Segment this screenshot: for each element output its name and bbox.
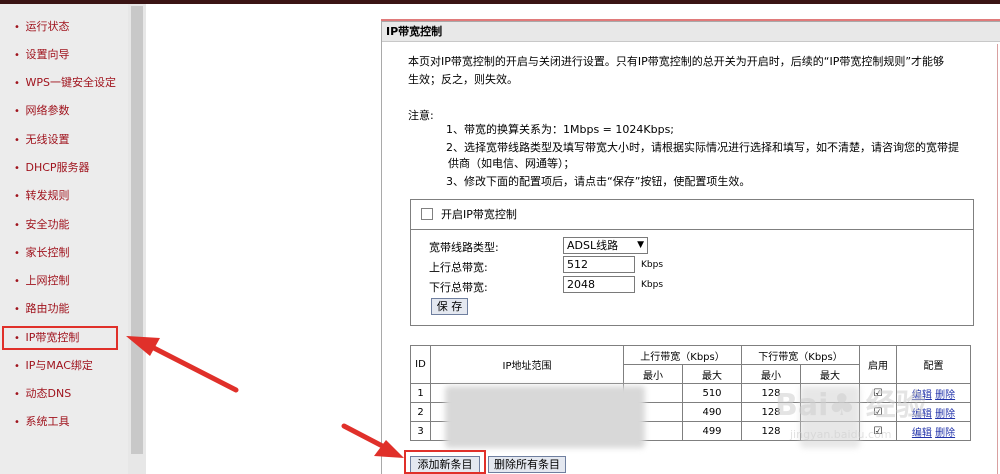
arrow-to-sidebar-icon bbox=[126, 336, 239, 393]
watermark-url: jingyan.baidu.com bbox=[790, 428, 892, 441]
arrow-to-add-button-icon bbox=[341, 423, 404, 458]
watermark-logo: Bai♣ 经验 bbox=[775, 388, 926, 423]
